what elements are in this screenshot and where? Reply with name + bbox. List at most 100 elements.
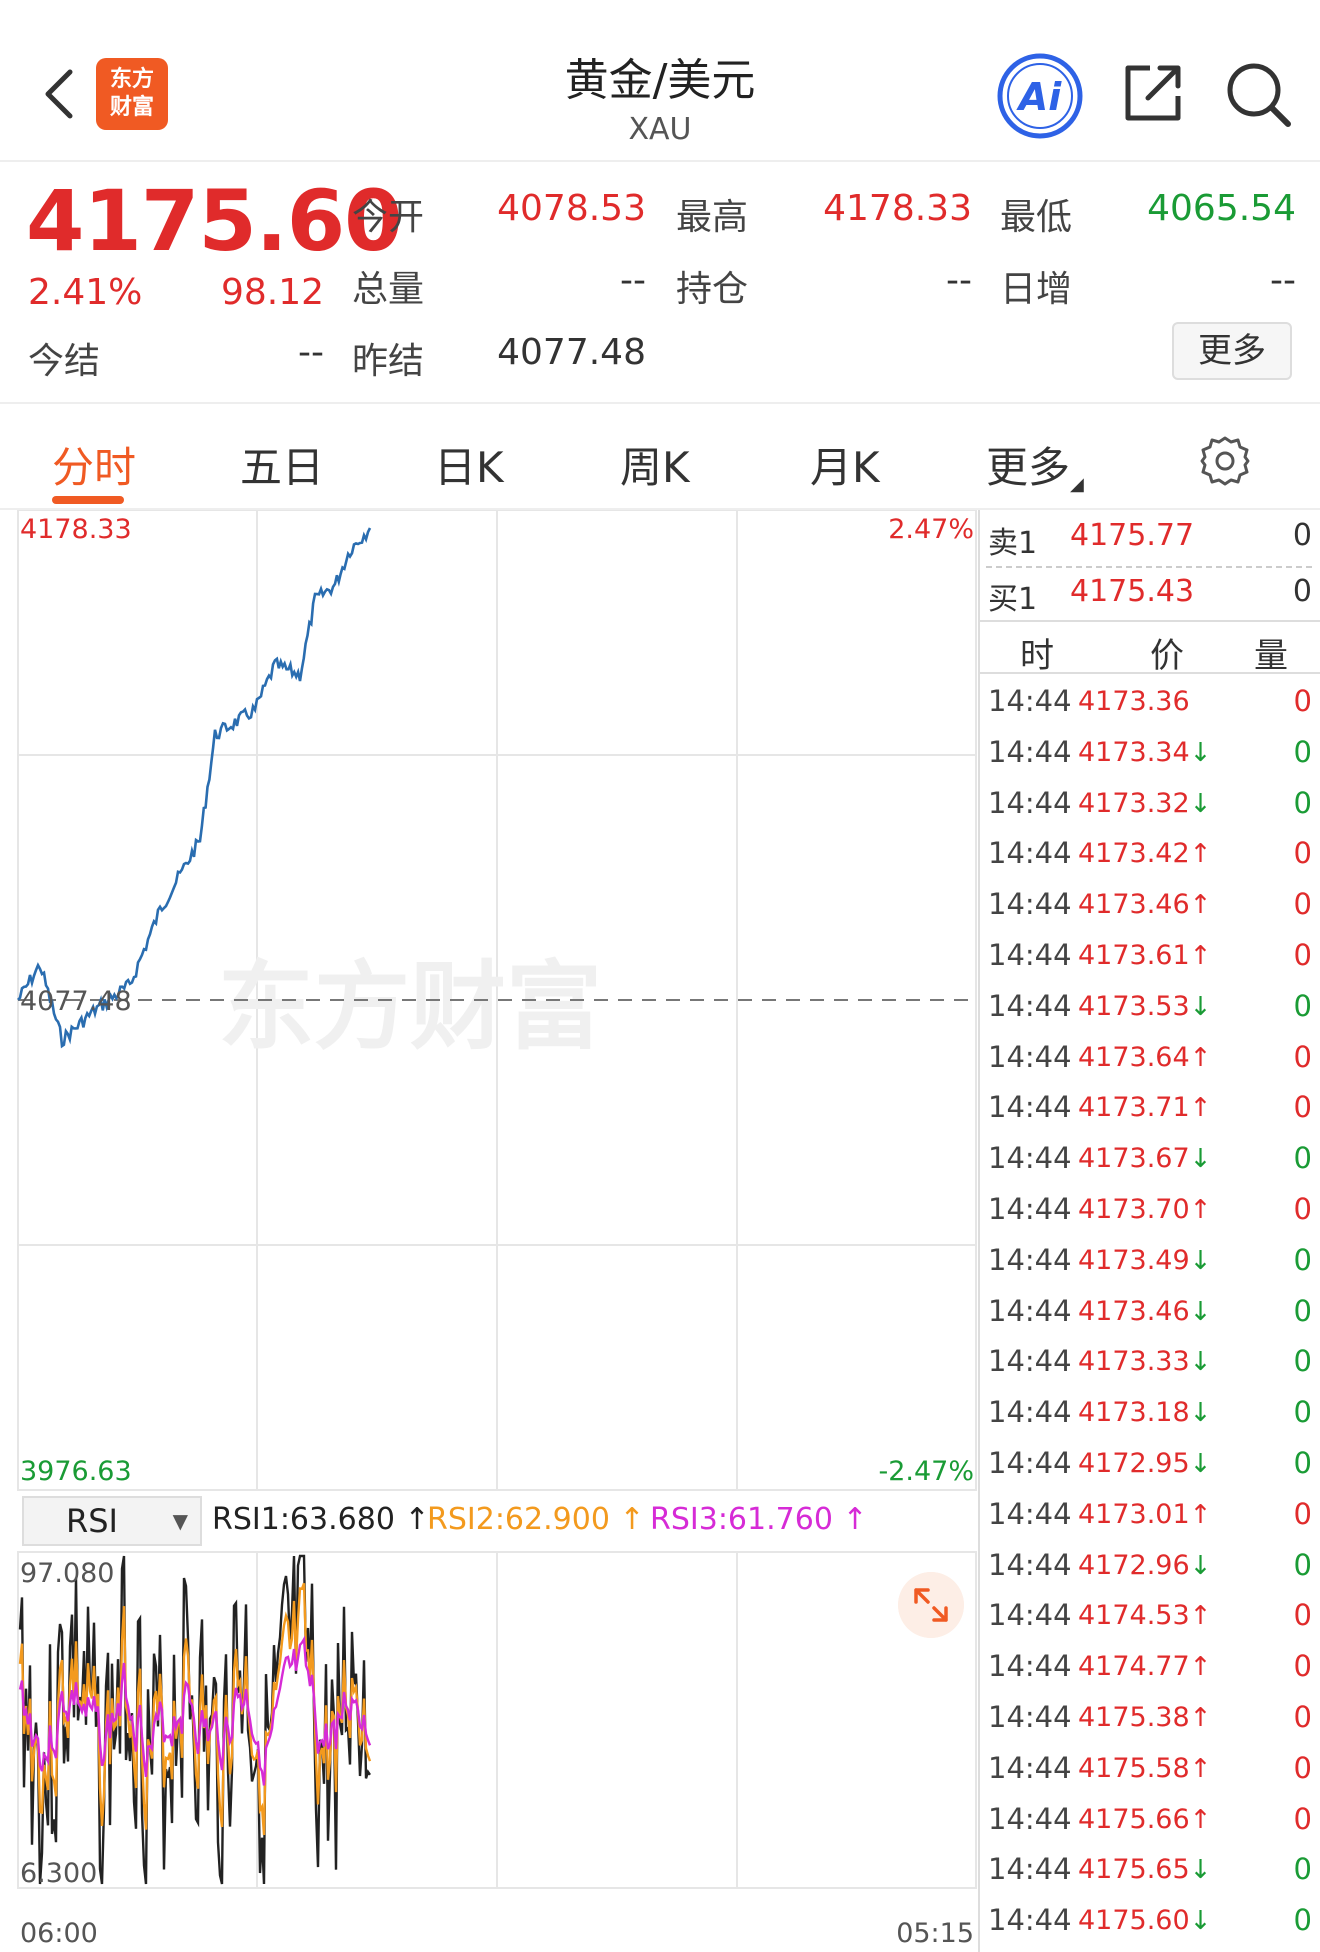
tick-time: 14:44 xyxy=(988,1445,1072,1480)
tick-row: 14:44 4173.18↓ 0 xyxy=(980,1387,1320,1438)
arrow-down-icon: ↓ xyxy=(1189,1906,1212,1937)
tick-qty: 0 xyxy=(1293,1090,1312,1125)
tick-qty: 0 xyxy=(1293,937,1312,972)
bid-label: 买1 xyxy=(988,582,1038,617)
open-value: 4078.53 xyxy=(497,188,646,229)
tick-time: 14:44 xyxy=(988,1090,1072,1125)
tick-price: 4173.49↓ xyxy=(1078,1245,1211,1276)
tick-list[interactable]: 14:44 4173.36 0 14:44 4173.34↓ 0 14:44 4173.32↓… xyxy=(980,676,1320,1946)
tick-qty: 0 xyxy=(1293,1598,1312,1633)
tick-price-value: 4173.42 xyxy=(1078,838,1190,870)
intraday-chart[interactable]: 东方财富 4178.33 3976.63 4077.48 2.47% -2.47… xyxy=(0,509,978,1952)
tick-price-value: 4173.36 xyxy=(1078,686,1190,717)
tick-row: 14:44 4173.70↑ 0 xyxy=(980,1184,1320,1235)
tick-time: 14:44 xyxy=(988,1039,1072,1074)
tick-row: 14:44 4173.46↓ 0 xyxy=(980,1286,1320,1337)
prev-settle-label: 昨结 xyxy=(352,341,425,382)
tick-row: 14:44 4173.32↓ 0 xyxy=(980,778,1320,829)
tick-price: 4173.33↓ xyxy=(1078,1346,1211,1377)
tick-price-value: 4173.01 xyxy=(1078,1498,1190,1530)
tick-price: 4173.46↓ xyxy=(1078,1296,1211,1327)
quote-panel: 4175.60 2.41% 98.12 今开 4078.53 最高 4178.3… xyxy=(0,164,1320,404)
tick-qty: 0 xyxy=(1293,1547,1312,1582)
tick-qty: 0 xyxy=(1293,734,1312,769)
tab-more[interactable]: 更多◢ xyxy=(986,434,1084,495)
tick-time: 14:44 xyxy=(988,734,1072,769)
arrow-up-icon: ↑ xyxy=(1189,1499,1212,1530)
tick-price: 4173.53↓ xyxy=(1078,991,1211,1022)
tick-row: 14:44 4173.34↓ 0 xyxy=(980,727,1320,778)
tick-price-value: 4173.46 xyxy=(1078,1295,1190,1327)
daily-increase-value: -- xyxy=(1270,260,1296,301)
tab-monthly-k[interactable]: 月K xyxy=(810,434,880,495)
tab-five-day[interactable]: 五日 xyxy=(240,434,324,495)
svg-text:Ai: Ai xyxy=(1016,75,1062,119)
tick-row: 14:44 4175.66↑ 0 xyxy=(980,1794,1320,1845)
arrow-up-icon: ↑ xyxy=(1189,839,1212,870)
tick-price: 4173.34↓ xyxy=(1078,737,1211,768)
tick-panel: 卖1 4175.77 0 买1 4175.43 0 时 价 量 14:44 417… xyxy=(978,510,1320,1952)
tick-row: 14:44 4173.71↑ 0 xyxy=(980,1082,1320,1133)
tick-time: 14:44 xyxy=(988,785,1072,820)
volume-value: -- xyxy=(620,260,646,301)
tick-row: 14:44 4175.58↑ 0 xyxy=(980,1743,1320,1794)
share-icon[interactable] xyxy=(1120,60,1186,126)
tick-price-value: 4173.53 xyxy=(1078,990,1190,1022)
tick-price: 4173.71↑ xyxy=(1078,1092,1211,1123)
tick-price-value: 4173.67 xyxy=(1078,1143,1190,1175)
arrow-up-icon: ↑ xyxy=(1189,1753,1212,1784)
tick-row: 14:44 4173.01↑ 0 xyxy=(980,1489,1320,1540)
tick-qty: 0 xyxy=(1293,1903,1312,1938)
arrow-down-icon: ↓ xyxy=(1189,1448,1212,1479)
tick-row: 14:44 4172.95↓ 0 xyxy=(980,1438,1320,1489)
search-icon[interactable] xyxy=(1224,60,1294,130)
arrow-down-icon: ↓ xyxy=(1189,1398,1212,1429)
tab-daily-k[interactable]: 日K xyxy=(434,434,504,495)
tick-price-value: 4175.58 xyxy=(1078,1752,1190,1784)
tab-weekly-k[interactable]: 周K xyxy=(620,434,690,495)
tick-qty: 0 xyxy=(1293,1750,1312,1785)
ask-label: 卖1 xyxy=(988,526,1038,561)
tick-price-value: 4175.60 xyxy=(1078,1905,1190,1937)
ai-icon[interactable]: Ai xyxy=(996,52,1084,140)
low-value: 4065.54 xyxy=(1147,188,1296,229)
gear-icon[interactable] xyxy=(1198,434,1252,488)
arrow-up-icon: ↑ xyxy=(1189,1601,1212,1632)
tick-price: 4173.32↓ xyxy=(1078,788,1211,819)
tick-price: 4173.01↑ xyxy=(1078,1499,1211,1530)
arrow-up-icon: ↑ xyxy=(1189,1804,1212,1835)
active-tab-indicator xyxy=(52,496,124,504)
tick-qty: 0 xyxy=(1293,1649,1312,1684)
chevron-down-icon: ▼ xyxy=(172,1509,188,1533)
tick-time: 14:44 xyxy=(988,1903,1072,1938)
tick-row: 14:44 4175.60↓ 0 xyxy=(980,1895,1320,1946)
tick-price-value: 4175.66 xyxy=(1078,1803,1190,1835)
tick-header-price: 价 xyxy=(1150,636,1184,676)
tick-price-value: 4173.70 xyxy=(1078,1193,1190,1225)
tick-row: 14:44 4175.38↑ 0 xyxy=(980,1692,1320,1743)
more-button[interactable]: 更多 xyxy=(1172,322,1292,380)
x-end-label: 05:15 xyxy=(896,1918,974,1949)
tick-row: 14:44 4173.46↑ 0 xyxy=(980,879,1320,930)
tick-price: 4173.70↑ xyxy=(1078,1194,1211,1225)
arrow-up-icon: ↑ xyxy=(1189,1652,1212,1683)
arrow-up-icon: ↑ xyxy=(1189,1194,1212,1225)
tick-qty: 0 xyxy=(1293,988,1312,1023)
tick-price-value: 4174.53 xyxy=(1078,1600,1190,1632)
pct-min-label: -2.47% xyxy=(878,1456,974,1487)
tab-more-label: 更多 xyxy=(986,443,1071,492)
arrow-up-icon: ↑ xyxy=(1189,1702,1212,1733)
settle-value: -- xyxy=(298,332,324,373)
tick-qty: 0 xyxy=(1293,1852,1312,1887)
tick-price-value: 4172.95 xyxy=(1078,1447,1190,1479)
tick-price: 4174.53↑ xyxy=(1078,1600,1211,1631)
tick-price-value: 4173.49 xyxy=(1078,1244,1190,1276)
open-interest-label: 持仓 xyxy=(676,269,749,310)
tab-intraday[interactable]: 分时 xyxy=(52,434,136,495)
tick-price: 4175.38↑ xyxy=(1078,1702,1211,1733)
tick-qty: 0 xyxy=(1293,1141,1312,1176)
period-tabs: 分时 五日 日K 周K 月K 更多◢ xyxy=(0,406,1320,510)
expand-icon[interactable] xyxy=(898,1572,964,1638)
indicator-select[interactable]: RSI ▼ xyxy=(22,1496,202,1546)
tick-price: 4173.67↓ xyxy=(1078,1143,1211,1174)
